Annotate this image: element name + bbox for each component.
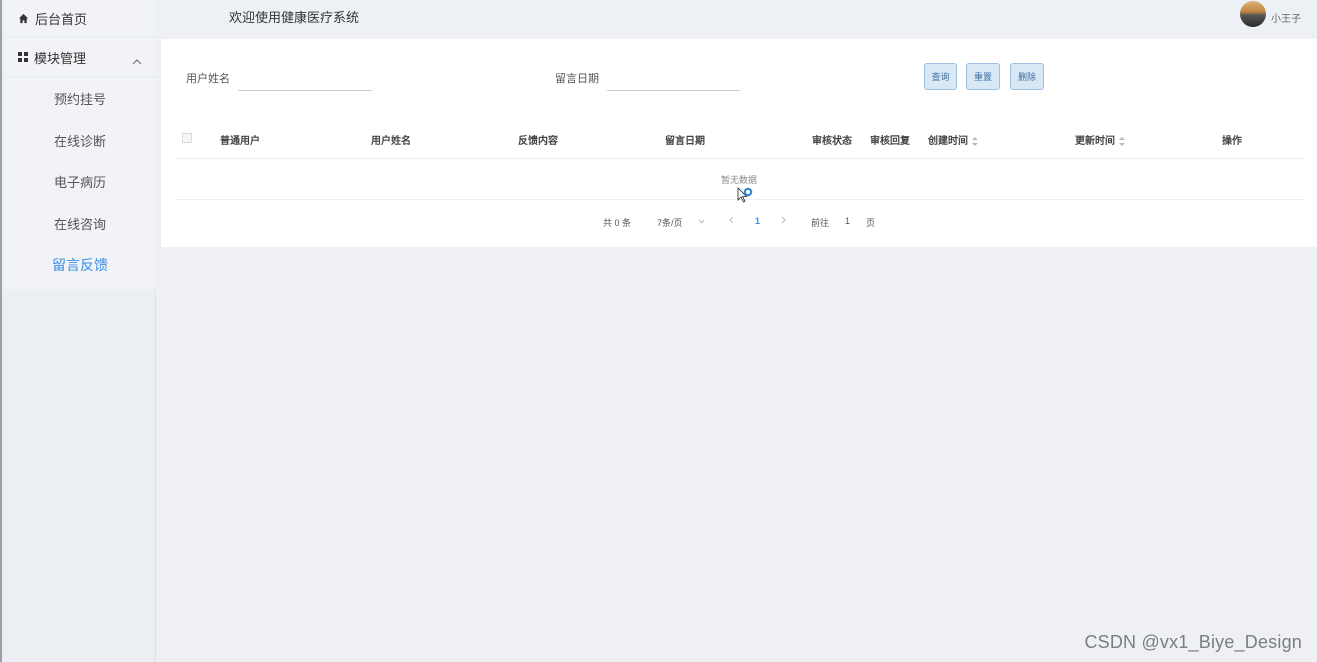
goto-label: 前往 xyxy=(811,218,830,228)
avatar[interactable] xyxy=(1240,1,1266,27)
user-name-label: 用户姓名 xyxy=(186,73,230,85)
pagination-total: 共 0 条 xyxy=(603,218,632,228)
delete-button[interactable]: 删除 xyxy=(1010,63,1044,90)
reset-button[interactable]: 重置 xyxy=(966,63,1000,90)
user-name-input[interactable] xyxy=(238,67,372,91)
page-title: 欢迎使用健康医疗系统 xyxy=(229,10,360,25)
date-label: 留言日期 xyxy=(555,73,599,85)
next-page-icon[interactable] xyxy=(781,216,786,226)
sidebar-item-diagnosis[interactable]: 在线诊断 xyxy=(4,120,156,162)
prev-page-icon[interactable] xyxy=(729,216,734,226)
sort-icon[interactable] xyxy=(1119,136,1125,146)
watermark: CSDN @vx1_Biye_Design xyxy=(1084,632,1302,652)
header: 欢迎使用健康医疗系统 小王子 xyxy=(157,0,1317,33)
sidebar-item-label: 后台首页 xyxy=(35,11,88,27)
sidebar-item-appointment[interactable]: 预约挂号 xyxy=(4,78,156,120)
page-size-select[interactable]: 7条/页 xyxy=(657,216,683,229)
sidebar-group-module[interactable]: 模块管理 xyxy=(4,38,156,76)
username[interactable]: 小王子 xyxy=(1271,10,1301,25)
column-header: 普通用户 xyxy=(220,136,260,147)
mouse-cursor-icon xyxy=(737,187,755,210)
column-header: 操作 xyxy=(1222,136,1242,147)
column-header-label: 创建时间 xyxy=(928,136,968,147)
column-header-sortable[interactable]: 更新时间 xyxy=(1075,132,1125,147)
sort-icon[interactable] xyxy=(972,136,978,146)
select-all-checkbox[interactable] xyxy=(182,133,192,143)
sidebar-submenu: 预约挂号 在线诊断 电子病历 在线咨询 留言反馈 xyxy=(4,78,156,289)
sidebar-item-medical-record[interactable]: 电子病历 xyxy=(4,161,156,203)
page-suffix-label: 页 xyxy=(866,218,876,228)
sidebar-group-label: 模块管理 xyxy=(34,50,87,66)
goto-page-input[interactable]: 1 xyxy=(845,216,850,226)
column-header: 反馈内容 xyxy=(518,136,558,147)
column-header: 审核回复 xyxy=(870,136,910,147)
grid-icon xyxy=(18,52,28,62)
table-header: 普通用户 用户姓名 反馈内容 留言日期 审核状态 审核回复 创建时间 更新时间 … xyxy=(176,119,1304,159)
sidebar: 后台首页 模块管理 预约挂号 在线诊断 电子病历 在线咨询 留言反馈 xyxy=(0,0,156,662)
home-icon xyxy=(18,12,30,24)
sidebar-item-home[interactable]: 后台首页 xyxy=(4,0,156,36)
column-header-label: 更新时间 xyxy=(1075,136,1115,147)
query-button[interactable]: 查询 xyxy=(924,63,957,90)
column-header: 留言日期 xyxy=(665,136,705,147)
column-header: 用户姓名 xyxy=(371,136,411,147)
page-size-chevron-icon[interactable] xyxy=(698,216,705,226)
empty-text: 暂无数据 xyxy=(721,175,758,185)
page-number[interactable]: 1 xyxy=(755,216,760,226)
main-panel: 用户姓名 留言日期 查询 重置 删除 普通用户 用户姓名 反馈内容 留言日期 审… xyxy=(161,39,1317,247)
chevron-up-icon xyxy=(132,53,142,68)
column-header: 审核状态 xyxy=(812,136,852,147)
date-input[interactable] xyxy=(607,67,740,91)
sidebar-item-consultation[interactable]: 在线咨询 xyxy=(4,203,156,245)
sidebar-item-feedback[interactable]: 留言反馈 xyxy=(4,244,156,286)
column-header-sortable[interactable]: 创建时间 xyxy=(928,132,978,147)
